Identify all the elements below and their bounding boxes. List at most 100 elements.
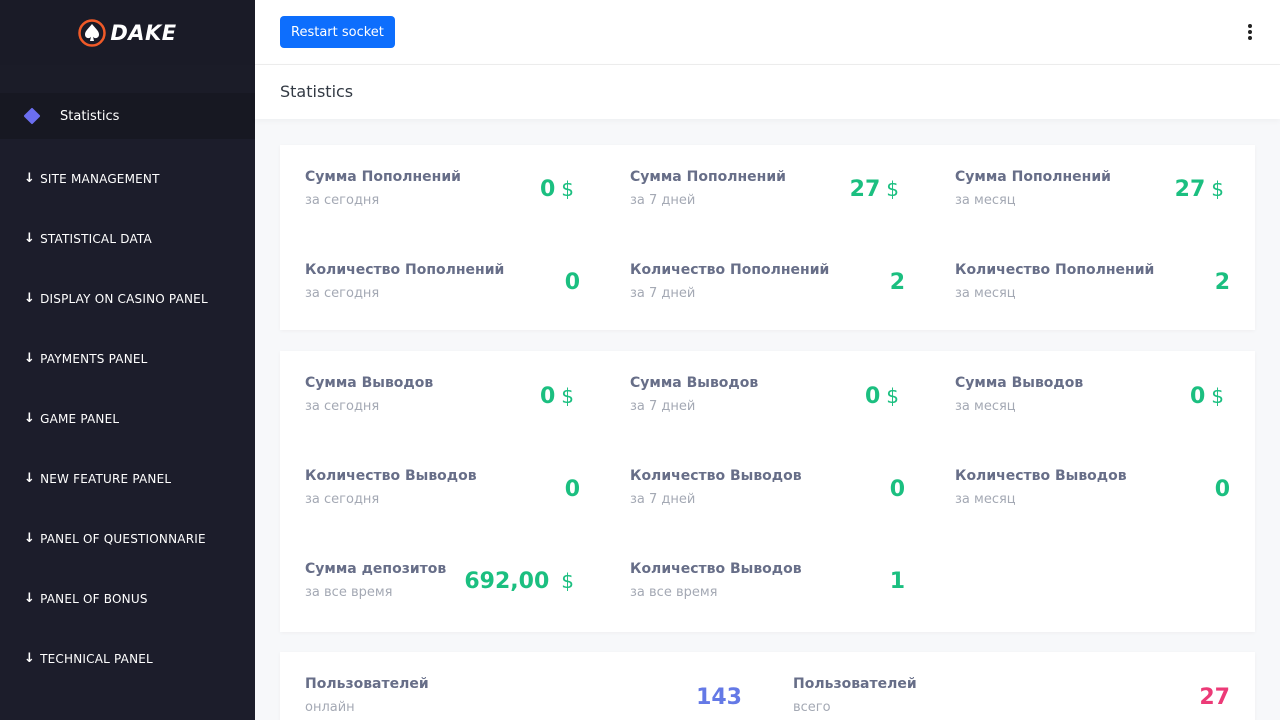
stat-title: Пользователей [793,676,917,692]
page-header: Statistics [255,65,1280,119]
stat-period: за месяц [955,193,1016,208]
sidebar-section-game-panel[interactable]: ↓ GAME PANEL [24,411,119,426]
arrow-down-icon: ↓ [24,471,36,486]
stat-period: за все время [630,585,718,600]
stat-value: 1 [889,569,905,594]
stat-period: всего [793,700,831,715]
stat-value: 0 $ [864,384,899,409]
sidebar-item-statistics[interactable]: Statistics [0,93,255,139]
stat-value: 2 [889,270,905,295]
stat-withdraw-count-today: Количество Выводов за сегодня [305,468,477,507]
users-card: Пользователей онлайн 143 Пользователей в… [280,652,1255,720]
stat-title: Количество Пополнений [955,262,1155,278]
stat-title: Количество Пополнений [305,262,505,278]
sidebar-section-site-management[interactable]: ↓ SITE MANAGEMENT [24,171,160,186]
sidebar-section-panel-of-bonus[interactable]: ↓ PANEL OF BONUS [24,591,148,606]
stat-value: 27 $ [1174,177,1224,202]
stat-title: Сумма Выводов [955,375,1084,391]
stat-deposit-sum-month: Сумма Пополнений за месяц [955,169,1111,208]
brand-name: DAKE [110,20,177,45]
dollar-icon: $ [1211,177,1224,201]
stat-value: 0 $ [1189,384,1224,409]
diamond-icon [23,107,41,125]
stat-deposit-count-7days: Количество Пополнений за 7 дней [630,262,829,301]
dollar-icon: $ [561,384,574,408]
sidebar-section-label: STATISTICAL DATA [40,231,152,246]
kebab-menu-icon[interactable] [1245,24,1255,40]
sidebar-section-label: PAYMENTS PANEL [40,351,148,366]
stat-period: за месяц [955,286,1016,301]
stat-withdraw-sum-month: Сумма Выводов за месяц [955,375,1083,414]
brand-logo[interactable]: DAKE [0,0,255,65]
stat-title: Количество Выводов [630,561,802,577]
stat-title: Сумма Пополнений [305,169,461,185]
dollar-icon: $ [886,384,899,408]
stat-title: Пользователей [305,676,429,692]
stat-withdraw-count-7days: Количество Выводов за 7 дней [630,468,802,507]
arrow-down-icon: ↓ [24,171,36,186]
stat-title: Количество Пополнений [630,262,830,278]
sidebar-section-label: DISPLAY ON CASINO PANEL [40,291,208,306]
arrow-down-icon: ↓ [24,531,36,546]
stat-value: 27 $ [849,177,899,202]
arrow-down-icon: ↓ [24,291,36,306]
stat-value: 2 [1214,270,1230,295]
stat-deposit-sum-7days: Сумма Пополнений за 7 дней [630,169,786,208]
stat-value: 0 [564,477,580,502]
stat-users-total: Пользователей всего [793,676,917,715]
stat-title: Сумма Пополнений [630,169,786,185]
stat-deposit-count-today: Количество Пополнений за сегодня [305,262,504,301]
sidebar-section-label: PANEL OF BONUS [40,591,148,606]
arrow-down-icon: ↓ [24,651,36,666]
dollar-icon: $ [1211,384,1224,408]
stat-withdraw-sum-today: Сумма Выводов за сегодня [305,375,433,414]
sidebar-section-label: TECHNICAL PANEL [40,651,153,666]
sidebar-section-display-on-casino-panel[interactable]: ↓ DISPLAY ON CASINO PANEL [24,291,208,306]
sidebar: DAKE Statistics ↓ SITE MANAGEMENT ↓ STAT… [0,0,255,720]
stat-title: Количество Выводов [955,468,1127,484]
sidebar-section-label: PANEL OF QUESTIONNARIE [40,531,206,546]
stat-value: 143 [696,685,742,710]
stat-value: 0 [564,270,580,295]
arrow-down-icon: ↓ [24,411,36,426]
sidebar-section-technical-panel[interactable]: ↓ TECHNICAL PANEL [24,651,153,666]
stat-period: за все время [305,585,393,600]
arrow-down-icon: ↓ [24,351,36,366]
stat-period: за месяц [955,399,1016,414]
stat-withdraw-count-alltime: Количество Выводов за все время [630,561,802,600]
stat-deposit-sum-today: Сумма Пополнений за сегодня [305,169,461,208]
stat-value: 692,00 $ [464,569,574,594]
sidebar-section-statistical-data[interactable]: ↓ STATISTICAL DATA [24,231,152,246]
top-header: Restart socket [255,0,1280,65]
sidebar-section-panel-of-questionnarie[interactable]: ↓ PANEL OF QUESTIONNARIE [24,531,206,546]
stat-title: Сумма депозитов [305,561,447,577]
sidebar-spacer [0,65,255,93]
stat-deposit-count-month: Количество Пополнений за месяц [955,262,1154,301]
stat-value: 0 $ [539,177,574,202]
sidebar-section-label: GAME PANEL [40,411,120,426]
arrow-down-icon: ↓ [24,591,36,606]
restart-socket-button[interactable]: Restart socket [280,16,395,48]
sidebar-section-label: NEW FEATURE PANEL [40,471,172,486]
stat-withdraw-count-month: Количество Выводов за месяц [955,468,1127,507]
stat-period: онлайн [305,700,355,715]
dollar-icon: $ [886,177,899,201]
stat-period: за месяц [955,492,1016,507]
spade-logo-icon [78,18,107,47]
stat-period: за 7 дней [630,286,696,301]
stat-period: за сегодня [305,193,380,208]
stat-value: 27 [1199,685,1230,710]
stat-period: за сегодня [305,399,380,414]
sidebar-section-payments-panel[interactable]: ↓ PAYMENTS PANEL [24,351,148,366]
stat-period: за 7 дней [630,492,696,507]
sidebar-item-label: Statistics [60,108,120,124]
sidebar-section-label: SITE MANAGEMENT [40,171,160,186]
stat-users-online: Пользователей онлайн [305,676,429,715]
deposits-card: Сумма Пополнений за сегодня 0 $ Сумма Поп… [280,145,1255,330]
stat-value: 0 $ [539,384,574,409]
sidebar-section-new-feature-panel[interactable]: ↓ NEW FEATURE PANEL [24,471,171,486]
dollar-icon: $ [561,569,574,593]
stat-title: Сумма Пополнений [955,169,1111,185]
stat-value: 0 [889,477,905,502]
stat-period: за сегодня [305,286,380,301]
